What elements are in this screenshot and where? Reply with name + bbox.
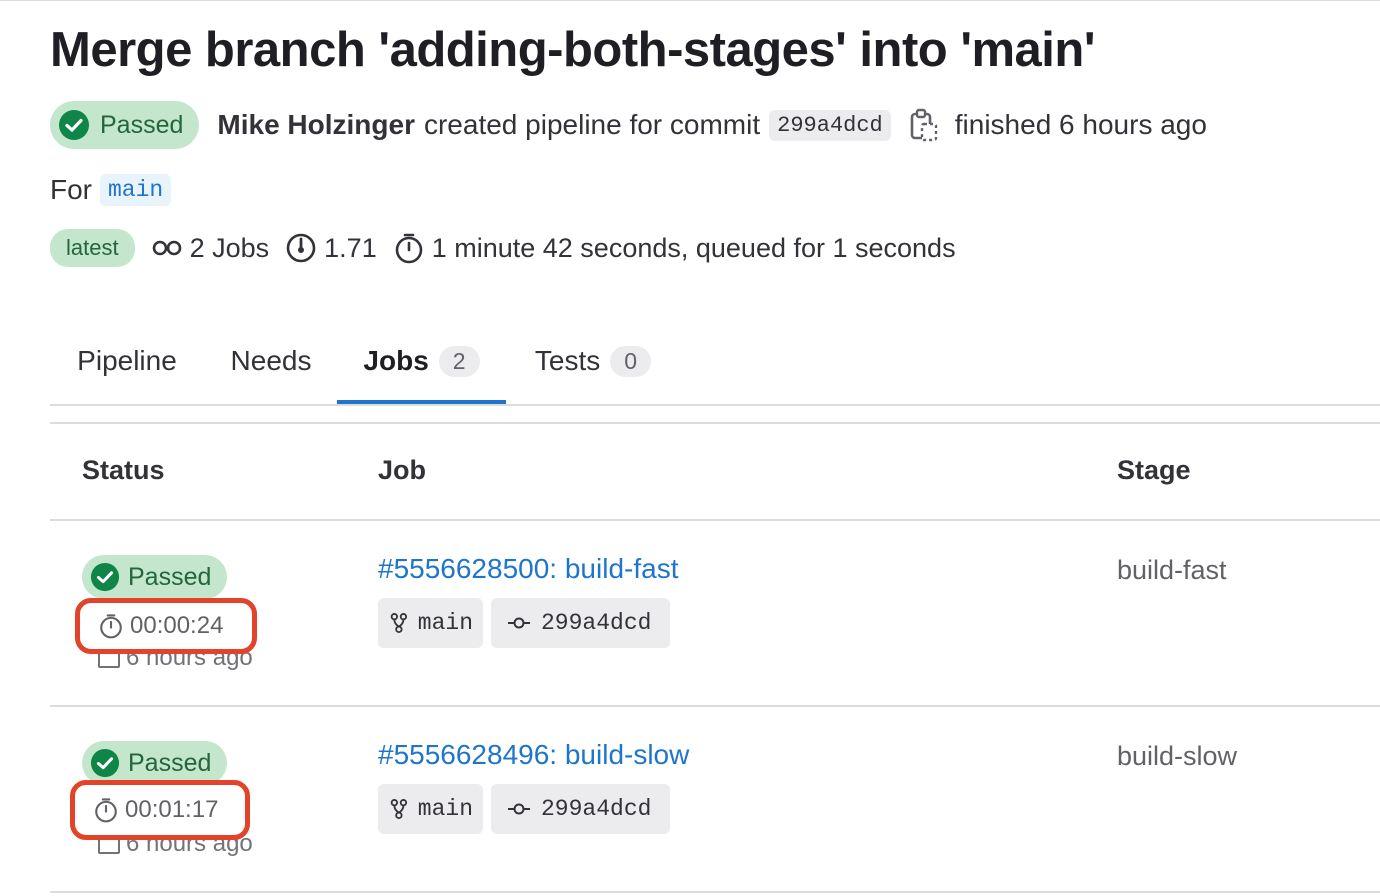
commit-icon: [508, 617, 530, 629]
tab-needs-label: Needs: [230, 345, 312, 376]
author-name[interactable]: Mike Holzinger: [217, 109, 415, 141]
job-branch-pill[interactable]: main: [378, 598, 483, 648]
table-top-divider: [50, 422, 1380, 424]
job-branch-label: main: [417, 796, 473, 822]
pipeline-stats: latest 2 Jobs 1.71 1 minute 42 seconds, …: [50, 228, 956, 268]
branch-icon: [390, 613, 408, 633]
stopwatch-icon: [95, 798, 117, 823]
compute-minutes: 1.71: [324, 232, 377, 263]
tab-pipeline-label: Pipeline: [77, 345, 177, 376]
commit-sha-link[interactable]: 299a4dcd: [769, 109, 891, 141]
job-branch-label: main: [417, 610, 473, 636]
job-stage: build-slow: [1117, 741, 1238, 771]
pipeline-page: Merge branch 'adding-both-stages' into '…: [0, 0, 1380, 896]
job-duration-label: 00:00:24: [130, 612, 224, 639]
tab-jobs-count: 2: [438, 345, 480, 377]
for-label: For: [50, 174, 92, 205]
tab-tests-label: Tests: [534, 345, 601, 376]
tab-needs[interactable]: Needs: [228, 320, 314, 402]
ref-row: For main: [50, 170, 172, 210]
commit-icon: [508, 803, 530, 815]
job-status-label: Passed: [128, 748, 212, 777]
tab-jobs[interactable]: Jobs 2: [337, 320, 506, 404]
job-commit-pill[interactable]: 299a4dcd: [491, 784, 670, 834]
job-duration: 00:01:17: [70, 780, 250, 840]
job-status-label: Passed: [128, 562, 212, 591]
duration-stat: 1 minute 42 seconds, queued for 1 second…: [393, 232, 956, 264]
branch-link[interactable]: main: [100, 174, 172, 206]
job-status-badge[interactable]: Passed: [82, 555, 228, 599]
duration-text: 1 minute 42 seconds, queued for 1 second…: [431, 232, 956, 263]
column-header-status: Status: [82, 455, 165, 485]
row-divider: [50, 891, 1380, 893]
stopwatch-icon: [100, 614, 122, 639]
job-branch-pill[interactable]: main: [378, 784, 483, 834]
page-title: Merge branch 'adding-both-stages' into '…: [50, 23, 1096, 77]
tab-pipeline[interactable]: Pipeline: [74, 320, 180, 402]
pipeline-meta: Passed Mike Holzinger created pipeline f…: [50, 100, 1207, 150]
copy-icon[interactable]: [909, 108, 939, 142]
tab-tests[interactable]: Tests 0: [530, 320, 656, 402]
check-circle-icon: [59, 110, 89, 140]
job-link[interactable]: #5556628496: build-slow: [378, 739, 689, 771]
job-duration: 00:00:24: [75, 598, 257, 654]
latest-badge: latest: [50, 229, 135, 267]
column-header-stage: Stage: [1117, 455, 1191, 485]
tab-tests-count: 0: [610, 345, 652, 377]
finished-text: finished 6 hours ago: [954, 109, 1207, 140]
top-divider: [0, 0, 1380, 1]
job-status-badge[interactable]: Passed: [82, 741, 228, 785]
job-duration-label: 00:01:17: [125, 796, 219, 823]
gauge-icon: [286, 233, 316, 263]
pipeline-status-badge[interactable]: Passed: [50, 101, 200, 149]
header-divider: [50, 519, 1380, 521]
job-stage: build-fast: [1117, 555, 1227, 585]
pipeline-tabs: Pipeline Needs Jobs 2 Tests 0: [50, 320, 1380, 406]
jobs-count: 2 Jobs: [189, 232, 270, 263]
column-header-job: Job: [378, 455, 427, 485]
row-divider: [50, 705, 1380, 707]
jobs-stat: 2 Jobs: [151, 232, 270, 264]
check-circle-icon: [90, 562, 120, 592]
compute-stat: 1.71: [285, 232, 377, 264]
branch-icon: [390, 799, 408, 819]
job-link[interactable]: #5556628500: build-fast: [378, 553, 678, 585]
created-text: created pipeline for commit: [423, 109, 761, 140]
job-commit-pill[interactable]: 299a4dcd: [491, 598, 670, 648]
stopwatch-icon: [395, 233, 423, 264]
job-commit-label: 299a4dcd: [541, 796, 652, 822]
check-circle-icon: [90, 748, 120, 778]
job-commit-label: 299a4dcd: [541, 610, 652, 636]
pipeline-icon: [152, 240, 181, 256]
tab-jobs-label: Jobs: [363, 345, 429, 376]
pipeline-status-label: Passed: [100, 110, 184, 139]
